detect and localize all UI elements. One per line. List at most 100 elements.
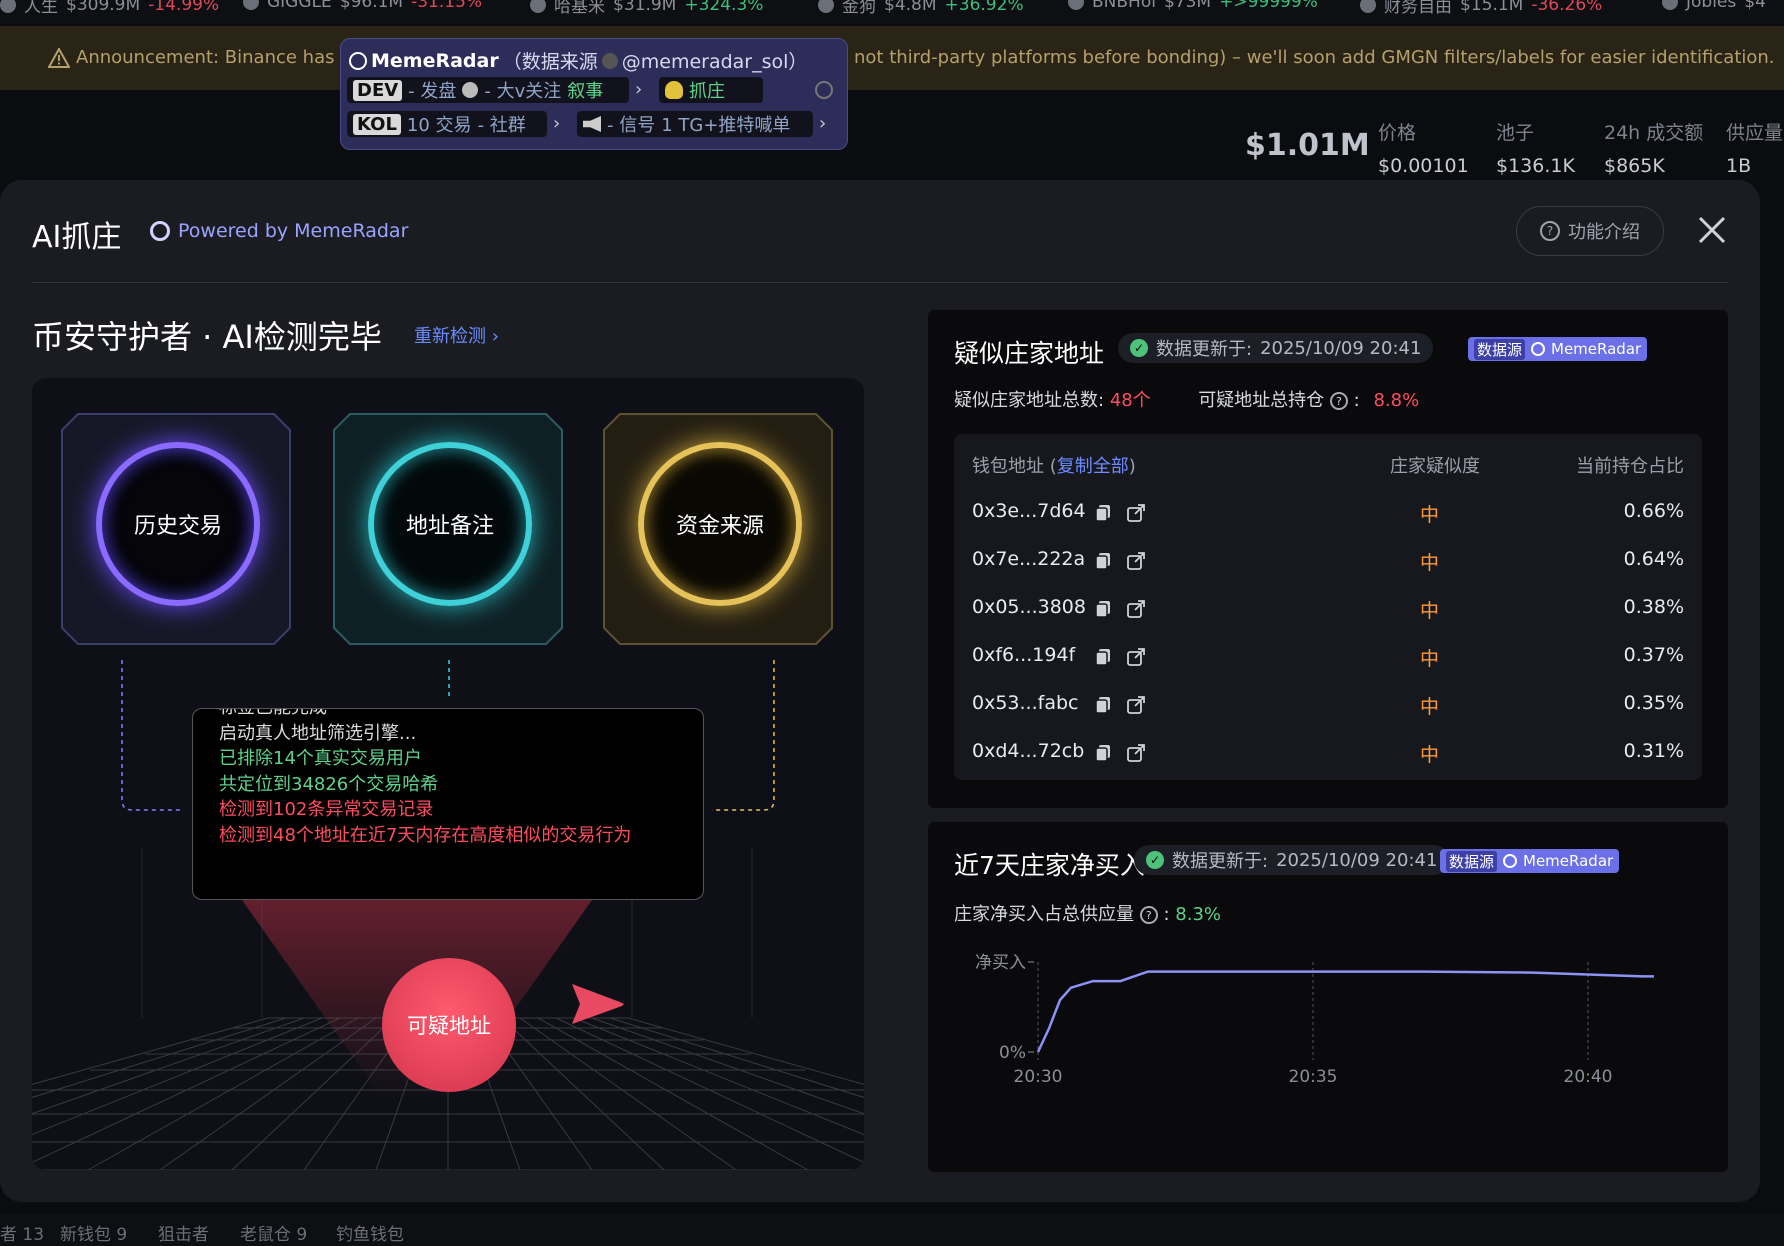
check-icon: ✓ [1146, 851, 1164, 869]
ticker-cap: $73M [1163, 0, 1212, 12]
dev-chip[interactable]: DEV - 发盘 - 大v关注 叙事 [347, 77, 629, 103]
copy-icon[interactable] [1095, 504, 1111, 522]
ticker-item[interactable]: 人生 $309.9M -14.99% [0, 0, 219, 17]
x-icon [601, 52, 618, 69]
ticker-name: 哈基米 [554, 0, 605, 17]
holding-pct: 0.38% [1623, 596, 1684, 618]
ticker-bar: 人生 $309.9M -14.99% GIGGLE $96.1M -31.15% 哈基米 $3… [0, 0, 1784, 24]
bottom-tab[interactable]: 老鼠仓 9 [240, 1220, 307, 1245]
ticker-item[interactable]: BNBHol $73M +>99999% [1068, 0, 1318, 12]
memeradar-handle[interactable]: @memeradar_sol） [622, 47, 808, 74]
kol-chip[interactable]: KOL 10 交易 - 社群 [347, 111, 547, 137]
copy-icon[interactable] [1095, 744, 1111, 762]
table-row[interactable]: 0x05...3808 中 0.38% [954, 586, 1702, 634]
y-tick-label: 0% [999, 1043, 1026, 1063]
total-value: 48个 [1109, 390, 1151, 411]
external-link-icon[interactable] [1127, 552, 1146, 570]
ticker-item[interactable]: 金狗 $4.8M +36.92% [818, 0, 1024, 17]
recheck-link[interactable]: 重新检测 › [414, 322, 499, 348]
bottom-tabs: 者 13 新钱包 9 狙击者 老鼠仓 9 钓鱼钱包 [0, 1214, 1784, 1246]
signal-chip[interactable]: - 信号 1 TG+推特喊单 [577, 111, 813, 137]
x-tick-label: 20:30 [1014, 1067, 1063, 1087]
stat-value: $0.00101 [1378, 155, 1469, 177]
panel-title: 近7天庄家净买入 [954, 851, 1145, 880]
external-link-icon[interactable] [1127, 504, 1146, 522]
copy-icon[interactable] [1095, 648, 1111, 666]
table-row[interactable]: 0xf6...194f 中 0.37% [954, 634, 1702, 682]
total-label: 疑似庄家地址总数: [954, 390, 1105, 411]
token-icon [243, 0, 259, 10]
right-edge [1760, 180, 1784, 1202]
external-link-icon[interactable] [1127, 600, 1146, 618]
updated-label: 数据更新于: [1172, 851, 1269, 872]
chevron-right-icon: › [819, 113, 827, 134]
source-name: MemeRadar [1551, 340, 1642, 358]
card-label: 资金来源 [675, 514, 764, 539]
memeradar-logo-icon [150, 221, 170, 241]
summary-line: 疑似庄家地址总数: 48个 可疑地址总持仓 ? : 8.8% [954, 390, 1420, 411]
stat-label: 24h 成交额 [1604, 122, 1704, 144]
ticker-change: -36.26% [1531, 0, 1603, 15]
table-row[interactable]: 0xd4...72cb 中 0.31% [954, 730, 1702, 778]
question-icon[interactable]: ? [1329, 392, 1348, 410]
memeradar-logo-icon [1531, 342, 1546, 356]
bottom-tab[interactable]: 者 13 [0, 1220, 44, 1245]
stat-label: 供应量 [1726, 122, 1784, 144]
token-icon [1662, 0, 1678, 10]
copy-icon[interactable] [1095, 696, 1111, 714]
stat-item: 价格 $0.00101 [1378, 118, 1469, 177]
source-note: （数据来源 [502, 51, 598, 73]
help-button[interactable]: ? 功能介绍 [1516, 206, 1664, 256]
similarity-level: 中 [1420, 552, 1440, 574]
announcement-bar: Announcement: Binance has la not third-p… [0, 26, 1784, 90]
copy-icon[interactable] [1095, 552, 1111, 570]
updated-time: 2025/10/09 20:41 [1260, 337, 1422, 359]
external-link-icon[interactable] [1127, 696, 1146, 714]
warning-icon [48, 48, 70, 68]
holding-label: 可疑地址总持仓 [1198, 390, 1325, 411]
log-line: 启动真人地址筛选引擎... [219, 722, 417, 744]
suspect-address-button[interactable]: 可疑地址 [382, 958, 516, 1092]
stat-item: 供应量 1B [1726, 118, 1783, 177]
detection-log: 标签已能完成启动真人地址筛选引擎... 已排除14个真实交易用户共定位到34826… [192, 708, 704, 900]
ticker-change: +324.3% [684, 0, 764, 15]
wallet-address[interactable]: 0xf6...194f [972, 644, 1075, 666]
wallet-address[interactable]: 0x7e...222a [972, 548, 1085, 570]
stat-value: $136.1K [1496, 155, 1575, 177]
table-row[interactable]: 0x7e...222a 中 0.64% [954, 538, 1702, 586]
refresh-icon[interactable] [815, 81, 833, 99]
card-address-note: 地址备注 [330, 408, 566, 648]
powered-by[interactable]: Powered by MemeRadar [150, 220, 408, 242]
wallet-address[interactable]: 0x3e...7d64 [972, 500, 1086, 522]
ticker-name: 财务自由 [1384, 0, 1452, 17]
catch-chip[interactable]: 抓庄 [659, 77, 763, 103]
detection-heading: 币安守护者 · AI检测完毕 [32, 318, 382, 356]
ticker-item[interactable]: 财务自由 $15.1M -36.26% [1360, 0, 1602, 17]
kol-follow-text: - 大v关注 [484, 81, 562, 102]
wallet-address[interactable]: 0x05...3808 [972, 596, 1086, 618]
help-label: 功能介绍 [1568, 222, 1640, 243]
log-line: 检测到48个地址在近7天内存在高度相似的交易行为 [219, 824, 632, 846]
wallet-address[interactable]: 0xd4...72cb [972, 740, 1084, 762]
bottom-tab[interactable]: 狙击者 [158, 1220, 209, 1245]
copy-all-link[interactable]: 复制全部 [1057, 456, 1129, 477]
close-icon[interactable] [1692, 210, 1732, 250]
megaphone-icon [583, 116, 601, 132]
table-row[interactable]: 0x53...fabc 中 0.35% [954, 682, 1702, 730]
copy-icon[interactable] [1095, 600, 1111, 618]
ticker-item[interactable]: GIGGLE $96.1M -31.15% [243, 0, 482, 12]
tg-callout-text: 1 TG+推特喊单 [661, 115, 791, 136]
ticker-item[interactable]: 哈基米 $31.9M +324.3% [530, 0, 763, 17]
table-row[interactable]: 0x3e...7d64 中 0.66% [954, 490, 1702, 538]
ticker-item[interactable]: Jobles $4 [1662, 0, 1766, 12]
bottom-tab[interactable]: 钓鱼钱包 [336, 1220, 404, 1245]
external-link-icon[interactable] [1127, 648, 1146, 666]
wallet-address[interactable]: 0x53...fabc [972, 692, 1078, 714]
bottom-tab[interactable]: 新钱包 9 [60, 1220, 127, 1245]
y-axis-label: 净买入 [975, 953, 1026, 973]
source-badge: 数据源 MemeRadar [1440, 849, 1620, 873]
ai-catch-modal: AI抓庄 Powered by MemeRadar ? 功能介绍 币安守护者 ·… [0, 180, 1760, 1202]
log-line: 检测到102条异常交易记录 [219, 799, 434, 820]
external-link-icon[interactable] [1127, 744, 1146, 762]
question-icon[interactable]: ? [1139, 906, 1158, 924]
